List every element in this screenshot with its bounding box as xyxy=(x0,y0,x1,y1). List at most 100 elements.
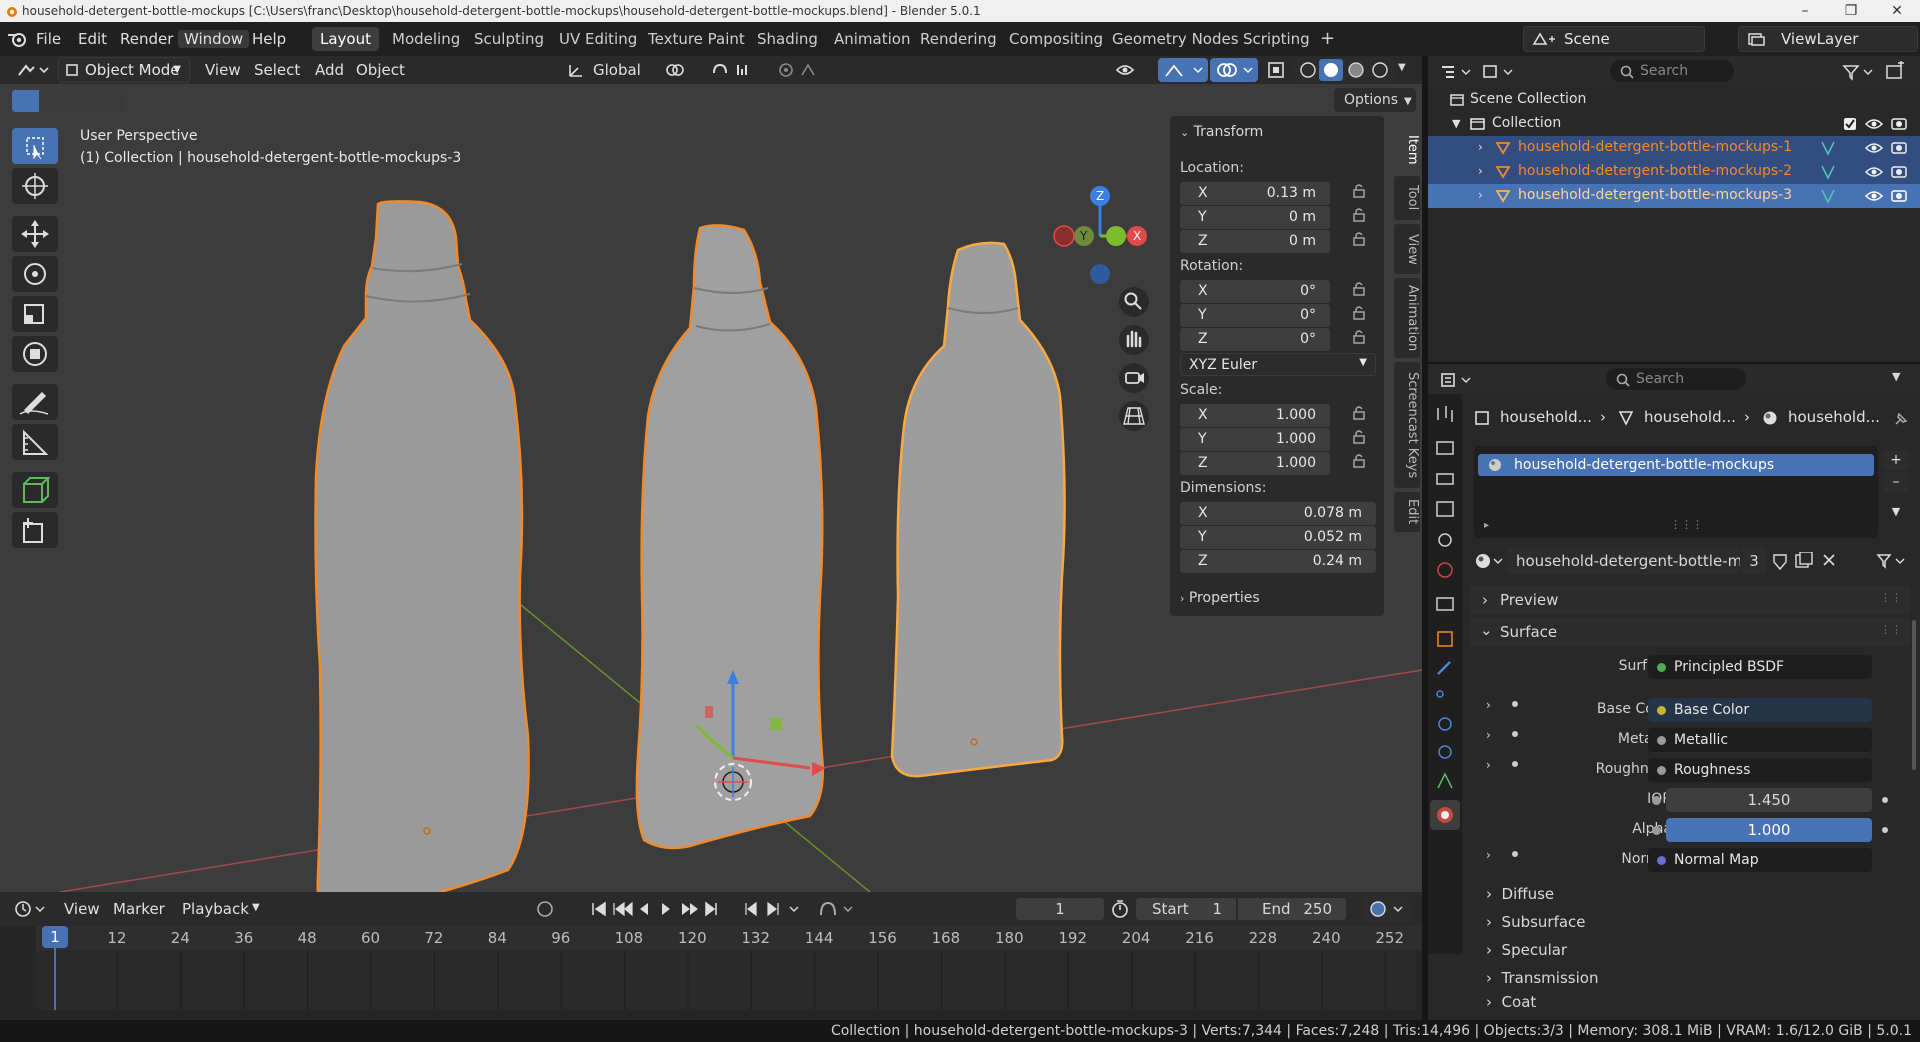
outliner-scene-collection[interactable]: Scene Collection xyxy=(1428,88,1920,112)
drag-handle-icon[interactable]: ⋮⋮ xyxy=(1880,591,1902,604)
menu-edit[interactable]: Edit xyxy=(78,30,107,48)
alpha-slider[interactable]: 1.000 xyxy=(1666,818,1872,842)
tab-shading[interactable]: Shading xyxy=(749,27,826,51)
roughness-field[interactable]: Roughness xyxy=(1648,758,1872,782)
dimension-x-field[interactable]: X 0.078 m xyxy=(1180,502,1376,525)
physics-tab-icon[interactable] xyxy=(1438,717,1452,731)
lock-icons[interactable] xyxy=(1352,182,1366,482)
location-z-field[interactable]: Z 0 m xyxy=(1180,230,1330,253)
timeline-tracks[interactable] xyxy=(36,950,1416,1010)
material-slot-list[interactable]: household-detergent-bottle-mockups ▸ ⋮⋮⋮ xyxy=(1474,446,1878,538)
stopwatch-icon[interactable] xyxy=(1110,899,1132,919)
timeline-menu-marker[interactable]: Marker xyxy=(113,900,165,918)
chevron-right-icon[interactable]: › xyxy=(1478,140,1483,154)
menu-object[interactable]: Object xyxy=(356,61,405,79)
tab-tool[interactable]: Tool xyxy=(1394,176,1420,220)
select-intersect-icon[interactable] xyxy=(96,90,123,112)
properties-search-input[interactable]: Search xyxy=(1606,368,1746,390)
output-tab-icon[interactable] xyxy=(1436,473,1454,485)
world-tab-icon[interactable] xyxy=(1437,562,1453,578)
maximize-icon[interactable]: ❐ xyxy=(1828,0,1874,22)
scale-x-field[interactable]: X 1.000 xyxy=(1180,404,1330,427)
tab-animation[interactable]: Animation xyxy=(826,27,918,51)
playhead-line[interactable] xyxy=(54,948,56,1010)
display-mode-icon[interactable] xyxy=(1482,63,1514,81)
view-nav-buttons[interactable] xyxy=(1119,287,1149,431)
add-workspace-icon[interactable]: + xyxy=(1312,25,1343,49)
overlay-toggle[interactable] xyxy=(1210,58,1258,82)
outliner-object-1[interactable]: › household-detergent-bottle-mockups-1 xyxy=(1428,136,1920,160)
transmission-subsection[interactable]: › Transmission xyxy=(1486,964,1598,992)
object-tab-icon[interactable] xyxy=(1437,631,1453,647)
bottle-1[interactable] xyxy=(314,200,530,892)
specular-subsection[interactable]: › Specular xyxy=(1486,936,1598,964)
particles-tab-icon[interactable] xyxy=(1436,690,1444,698)
end-frame-field[interactable]: End 250 xyxy=(1238,898,1346,920)
chevron-right-icon[interactable]: › xyxy=(1478,164,1483,178)
close-icon[interactable]: ✕ xyxy=(1874,0,1920,22)
material-slot-item[interactable]: household-detergent-bottle-mockups xyxy=(1478,454,1874,476)
chevron-right-icon[interactable]: ▸ xyxy=(1484,520,1489,531)
properties-editor-icon[interactable] xyxy=(1440,371,1472,389)
playhead-frame-label[interactable]: 1 xyxy=(42,926,68,948)
gizmo-toggle[interactable] xyxy=(1158,58,1208,82)
playback-controls[interactable] xyxy=(590,899,740,919)
surface-section-header[interactable]: ⌄ Surface ⋮⋮ xyxy=(1470,618,1910,646)
view-layer-selector[interactable]: ViewLayer xyxy=(1738,26,1918,52)
breadcrumb-material[interactable]: household... xyxy=(1788,408,1880,426)
tab-edit[interactable]: Edit xyxy=(1394,492,1420,532)
menu-add[interactable]: Add xyxy=(315,61,344,79)
filter-icon[interactable] xyxy=(1842,63,1874,81)
keyframe-nav-icons[interactable] xyxy=(742,899,802,919)
material-name-field[interactable]: household-detergent-bottle-mock... xyxy=(1508,548,1740,574)
scale-tool[interactable] xyxy=(12,296,58,332)
selection-mode-buttons[interactable] xyxy=(12,90,124,112)
bottle-3[interactable] xyxy=(890,241,1066,778)
navigation-gizmo[interactable]: Z X Y xyxy=(1053,186,1147,284)
outliner-editor-icon[interactable] xyxy=(1440,63,1472,81)
blender-menu-icon[interactable] xyxy=(6,29,28,49)
transform-panel-header[interactable]: ⌄ Transform xyxy=(1180,124,1263,140)
ior-field[interactable]: 1.450 xyxy=(1666,788,1872,812)
dimension-z-field[interactable]: Z 0.24 m xyxy=(1180,550,1376,573)
tab-item[interactable]: Item xyxy=(1394,128,1420,172)
rotation-x-field[interactable]: X 0° xyxy=(1180,280,1330,303)
keyframe-dot-icon[interactable] xyxy=(1882,827,1888,833)
tool-tab-icon[interactable] xyxy=(1437,406,1453,422)
cursor-tool[interactable] xyxy=(12,168,58,204)
pivot-icon[interactable] xyxy=(664,62,696,78)
select-new-icon[interactable] xyxy=(12,90,39,112)
tab-texture-paint[interactable]: Texture Paint xyxy=(640,27,753,51)
rotate-tool[interactable] xyxy=(12,256,58,292)
select-extend-icon[interactable] xyxy=(40,90,67,112)
menu-window[interactable]: Window xyxy=(178,30,250,48)
scene-selector[interactable]: Scene xyxy=(1523,26,1705,52)
add-cube-tool[interactable] xyxy=(12,472,58,508)
metallic-field[interactable]: Metallic xyxy=(1648,728,1872,752)
tab-animation[interactable]: Animation xyxy=(1394,278,1420,358)
tab-modeling[interactable]: Modeling xyxy=(384,27,468,51)
chevron-right-icon[interactable]: › xyxy=(1478,188,1483,202)
add-object-tool[interactable] xyxy=(12,512,58,548)
rotation-mode-select[interactable]: XYZ Euler ▼ xyxy=(1180,353,1376,376)
editor-type-icon[interactable] xyxy=(16,61,50,79)
subsurface-subsection[interactable]: › Subsurface xyxy=(1486,908,1598,936)
menu-file[interactable]: File xyxy=(36,30,61,48)
current-frame-field[interactable]: 1 xyxy=(1016,898,1104,920)
xray-icon[interactable] xyxy=(1266,60,1288,80)
outliner-search-input[interactable]: Search xyxy=(1610,60,1734,82)
options-button[interactable]: Options ▼ xyxy=(1334,88,1416,112)
tab-compositing[interactable]: Compositing xyxy=(1001,27,1111,51)
measure-tool[interactable] xyxy=(12,424,58,460)
start-frame-field[interactable]: Start 1 xyxy=(1136,898,1236,920)
annotate-tool[interactable] xyxy=(12,384,58,420)
drag-handle-icon[interactable]: ⋮⋮ xyxy=(1880,623,1902,636)
scale-z-field[interactable]: Z 1.000 xyxy=(1180,452,1330,475)
coat-subsection[interactable]: › Coat xyxy=(1486,992,1598,1012)
tab-screencast-keys[interactable]: Screencast Keys xyxy=(1394,362,1420,488)
tab-sculpting[interactable]: Sculpting xyxy=(466,27,552,51)
outliner-object-2[interactable]: › household-detergent-bottle-mockups-2 xyxy=(1428,160,1920,184)
keyframe-dot-icon[interactable] xyxy=(1882,797,1888,803)
breadcrumb-object[interactable]: household... xyxy=(1500,408,1592,426)
properties-panel-header[interactable]: › Properties xyxy=(1180,590,1260,606)
